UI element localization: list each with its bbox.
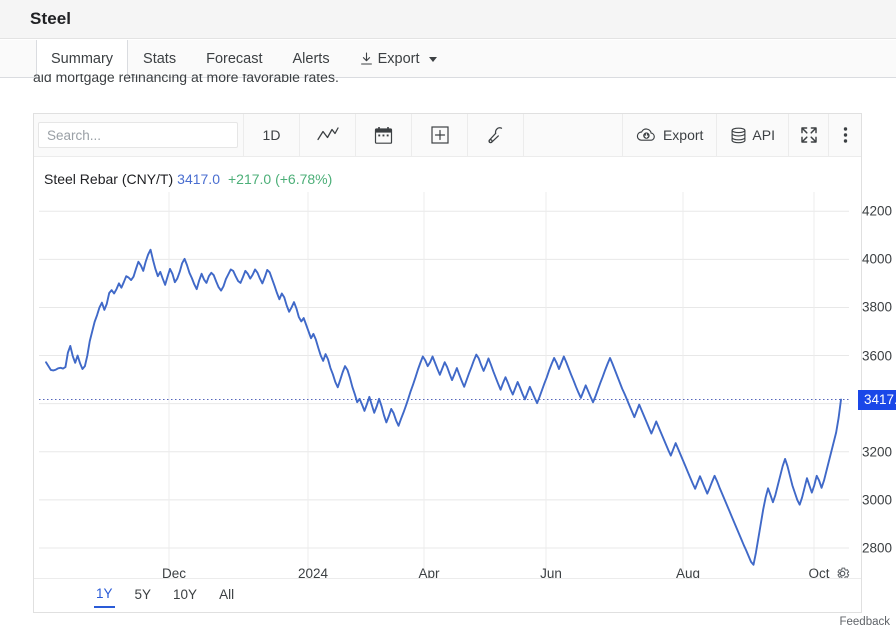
feedback-link[interactable]: Feedback <box>839 616 890 628</box>
calendar-button[interactable] <box>356 114 412 156</box>
range-5y[interactable]: 5Y <box>133 585 154 607</box>
tab-export[interactable]: Export <box>345 40 452 78</box>
interval-button[interactable]: 1D <box>244 114 300 156</box>
range-1y[interactable]: 1Y <box>94 584 115 608</box>
y-tick-label: 4200 <box>862 203 893 219</box>
tab-forecast[interactable]: Forecast <box>191 40 277 78</box>
y-tick-label: 3000 <box>862 492 893 508</box>
chart-plot-area[interactable] <box>39 192 849 572</box>
plus-box-icon <box>430 126 449 144</box>
download-icon <box>360 52 373 66</box>
page-title: Steel <box>30 9 72 28</box>
range-10y[interactable]: 10Y <box>171 585 199 607</box>
add-indicator-button[interactable] <box>412 114 468 156</box>
toolbar-spacer <box>524 114 623 156</box>
caret-down-icon <box>428 56 437 62</box>
y-tick-label: 2800 <box>862 540 893 556</box>
kebab-menu-icon <box>843 126 848 144</box>
tab-forecast-label: Forecast <box>206 51 263 67</box>
tab-stats[interactable]: Stats <box>128 40 191 78</box>
chart-menu-button[interactable] <box>829 114 861 156</box>
tab-stats-label: Stats <box>143 51 177 67</box>
y-axis-labels: 2800 3000 3200 3600 3800 4000 4200 3417.0 <box>845 192 896 572</box>
cloud-download-icon <box>636 127 657 143</box>
current-price-badge: 3417.0 <box>858 389 896 410</box>
quote-header: Steel Rebar (CNY/T) 3417.0 +217.0 (+6.78%) <box>44 171 332 187</box>
interval-label: 1D <box>262 127 281 143</box>
range-all-label: All <box>219 586 235 602</box>
y-tick-label: 3600 <box>862 348 893 364</box>
fullscreen-button[interactable] <box>789 114 829 156</box>
y-tick-label: 4000 <box>862 251 893 267</box>
range-10y-label: 10Y <box>173 586 198 602</box>
wrench-icon <box>486 126 505 145</box>
tools-button[interactable] <box>468 114 524 156</box>
tab-alerts-label: Alerts <box>292 51 330 67</box>
tab-summary-label: Summary <box>51 50 114 67</box>
tab-summary[interactable]: Summary <box>36 40 129 78</box>
quote-price: 3417.0 <box>177 171 220 187</box>
chart-type-button[interactable] <box>300 114 356 156</box>
search-cell <box>34 114 244 156</box>
search-input[interactable] <box>38 122 238 148</box>
tab-strip-spacer <box>0 40 36 77</box>
range-5y-label: 5Y <box>134 586 152 602</box>
y-tick-label: 3800 <box>862 299 893 315</box>
tab-alerts[interactable]: Alerts <box>278 40 345 78</box>
clipped-paragraph: aid mortgage refinancing at more favorab… <box>33 74 453 90</box>
database-icon <box>730 127 747 144</box>
range-1y-label: 1Y <box>96 585 113 601</box>
line-chart-icon <box>316 127 339 143</box>
tab-export-label: Export <box>377 51 420 67</box>
top-header: Steel <box>0 0 896 39</box>
quote-name: Steel Rebar (CNY/T) <box>44 171 174 187</box>
range-all[interactable]: All <box>217 585 236 607</box>
tab-strip: Summary Stats Forecast Alerts Export <box>0 40 896 78</box>
chart-export-label: Export <box>662 127 704 143</box>
chart-export-button[interactable]: Export <box>623 114 718 156</box>
app-window: Steel Summary Stats Forecast Alerts Expo… <box>0 0 896 640</box>
fullscreen-icon <box>800 126 818 144</box>
clipped-paragraph-text: aid mortgage refinancing at more favorab… <box>33 74 339 85</box>
api-button[interactable]: API <box>717 114 789 156</box>
api-label: API <box>752 127 775 143</box>
calendar-icon <box>374 126 393 145</box>
quote-change: +217.0 (+6.78%) <box>227 171 333 187</box>
price-line-chart <box>39 192 849 572</box>
y-tick-label: 3200 <box>862 444 893 460</box>
range-selector: 1Y 5Y 10Y All <box>34 578 861 612</box>
chart-card: 1D <box>33 113 896 613</box>
chart-toolbar: 1D <box>34 114 861 157</box>
